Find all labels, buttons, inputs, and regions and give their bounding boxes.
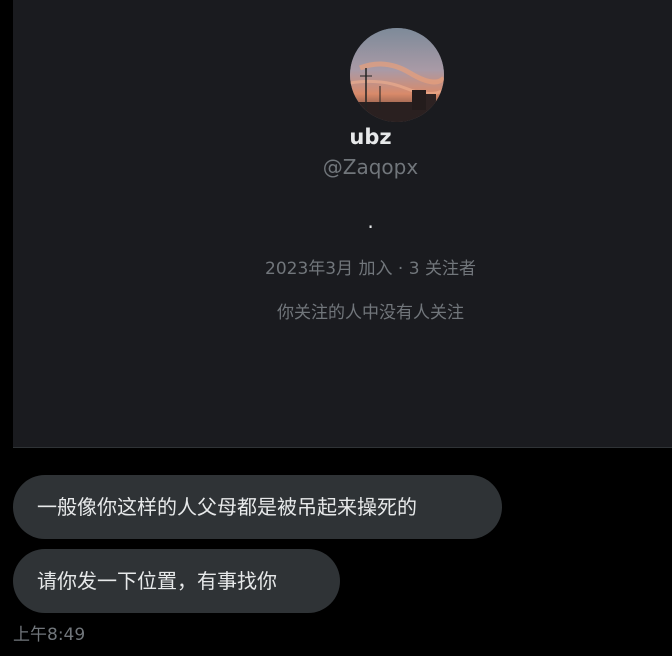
message-text: 请你发一下位置，有事找你 — [37, 569, 277, 593]
message-timestamp: 上午8:49 — [13, 625, 86, 645]
avatar[interactable] — [350, 28, 444, 122]
message-bubble[interactable]: 请你发一下位置，有事找你 — [13, 549, 340, 613]
message-text: 一般像你这样的人父母都是被吊起来操死的 — [37, 495, 417, 519]
sunset-sky-avatar-icon — [350, 28, 444, 122]
join-date-followers: 2023年3月 加入 · 3 关注者 — [265, 259, 476, 279]
user-bio: . — [367, 209, 374, 233]
user-handle[interactable]: @Zaqopx — [13, 154, 672, 180]
message-bubble[interactable]: 一般像你这样的人父母都是被吊起来操死的 — [13, 475, 502, 539]
dm-conversation: ubz @Zaqopx . 2023年3月 加入 · 3 关注者 你关注的人中没… — [0, 0, 672, 656]
followers-you-know-note: 你关注的人中没有人关注 — [277, 303, 464, 323]
display-name[interactable]: ubz — [13, 123, 672, 151]
profile-card[interactable]: ubz @Zaqopx . 2023年3月 加入 · 3 关注者 你关注的人中没… — [13, 0, 672, 448]
